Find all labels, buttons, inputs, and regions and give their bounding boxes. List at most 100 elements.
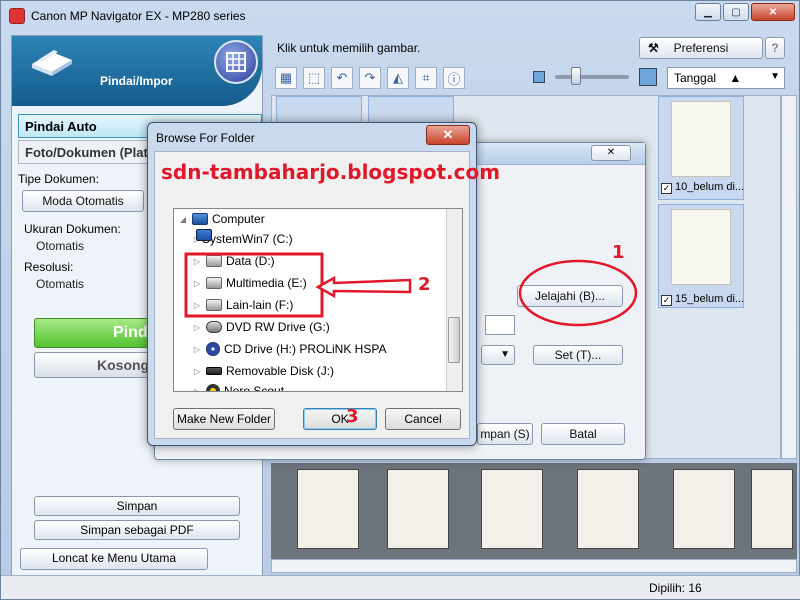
doc-type-select[interactable]: Moda Otomatis (22, 190, 144, 212)
small-picture-icon (533, 71, 545, 83)
scan-import-label: Pindai/Impor (100, 74, 173, 88)
thumbnail-checkbox[interactable]: ✓ (661, 183, 672, 194)
dialog-cancel-button[interactable]: Batal (541, 423, 625, 445)
resolution-label: Resolusi: (24, 260, 74, 274)
nero-icon (206, 384, 220, 391)
browse-button[interactable]: Jelajahi (B)... (517, 285, 623, 307)
tree-item-dvd-rw[interactable]: ▷ DVD RW Drive (G:) (192, 317, 330, 337)
thumbnail-image (671, 209, 731, 285)
tree-item-label: Lain-lain (F:) (226, 298, 294, 312)
save-as-pdf-button[interactable]: Simpan sebagai PDF (34, 520, 240, 540)
collapsed-arrow-icon: ▷ (193, 322, 201, 332)
filmstrip-image[interactable] (481, 469, 543, 549)
mirror-icon[interactable]: ◭ (387, 67, 409, 89)
sort-select[interactable]: Tanggal ▲ ▼ (667, 67, 785, 89)
drive-icon (206, 277, 222, 289)
app-icon (9, 8, 25, 24)
preferences-label: Preferensi (673, 41, 729, 55)
set-button[interactable]: Set (T)... (533, 345, 623, 365)
folder-path-input[interactable] (485, 315, 515, 335)
dropdown-button[interactable]: ▼ (481, 345, 515, 365)
tree-item-lain-lain[interactable]: ▷ Lain-lain (F:) (192, 295, 293, 315)
selected-count: Dipilih: 16 (649, 581, 702, 595)
thumbnail-caption-text: 15_belum di... (675, 293, 745, 305)
annotation-number-3: 3 (346, 406, 359, 427)
rotate-right-icon[interactable]: ↷ (359, 67, 381, 89)
drive-icon (206, 255, 222, 267)
thumbnail-card[interactable]: ✓ 10_belum di... (658, 96, 744, 200)
filmstrip-image[interactable] (577, 469, 639, 549)
filmstrip-image[interactable] (673, 469, 735, 549)
folder-tree: ◢ Computer ▷ SystemWin7 (C:) ▷ Data (D:)… (173, 208, 463, 392)
thumbnail-caption: ✓ 10_belum di... (661, 181, 744, 194)
title-bar: Canon MP Navigator EX - MP280 series ▁ ▢… (1, 1, 800, 31)
browse-dialog-title: Browse For Folder (156, 131, 255, 145)
minimize-button[interactable]: ▁ (695, 3, 721, 21)
help-button[interactable]: ? (765, 37, 785, 59)
filmstrip-image[interactable] (387, 469, 449, 549)
tree-scrollbar-thumb[interactable] (448, 317, 460, 363)
tree-item-data[interactable]: ▷ Data (D:) (192, 251, 275, 271)
collapsed-arrow-icon: ▷ (193, 344, 201, 354)
computer-icon (192, 213, 208, 225)
tree-item-cd-drive[interactable]: ▷ CD Drive (H:) PROLiNK HSPA (192, 339, 386, 359)
grid-menu-icon[interactable] (214, 40, 258, 84)
chevron-down-icon: ▼ (500, 349, 510, 360)
chevron-down-icon: ▼ (770, 71, 780, 82)
select-image-hint: Klik untuk memilih gambar. (277, 41, 421, 55)
zoom-slider-thumb[interactable] (571, 67, 581, 85)
browse-close-button[interactable]: ✕ (426, 125, 470, 145)
sort-ascending-icon: ▲ (729, 71, 742, 85)
view-grid-icon[interactable]: ▦ (275, 67, 297, 89)
annotation-number-2: 2 (418, 274, 431, 295)
window-controls: ▁ ▢ ✕ (695, 3, 795, 21)
thumbnail-scrollbar[interactable] (781, 95, 797, 459)
tree-item-multimedia[interactable]: ▷ Multimedia (E:) (192, 273, 307, 293)
grid-glyph-icon (226, 52, 246, 72)
scanner-icon (32, 50, 72, 76)
make-new-folder-button[interactable]: Make New Folder (173, 408, 275, 430)
annotation-number-1: 1 (612, 242, 625, 263)
ok-button[interactable]: OK (303, 408, 377, 430)
windows-drive-icon (196, 229, 212, 241)
rotate-left-icon[interactable]: ↶ (331, 67, 353, 89)
filmstrip-image[interactable] (751, 469, 793, 549)
preferences-button[interactable]: ⚒ Preferensi (639, 37, 763, 59)
thumbnail-checkbox[interactable]: ✓ (661, 295, 672, 306)
status-bar: Dipilih: 16 (1, 575, 800, 599)
watermark-text: sdn-tambaharjo.blogspot.com (161, 160, 501, 184)
filmstrip-scrollbar[interactable] (271, 559, 797, 573)
doc-type-label: Tipe Dokumen: (18, 172, 99, 186)
zoom-slider-track[interactable] (555, 75, 629, 79)
tree-item-label: Computer (212, 212, 265, 226)
dialog-close-button[interactable]: ✕ (591, 145, 631, 161)
browse-dialog-body: sdn-tambaharjo.blogspot.com ◢ Computer ▷… (154, 151, 500, 439)
save-button[interactable]: Simpan (34, 496, 240, 516)
tree-item-computer[interactable]: ◢ Computer (178, 209, 265, 229)
tree-item-removable-disk[interactable]: ▷ Removable Disk (J:) (192, 361, 334, 381)
cancel-button[interactable]: Cancel (385, 408, 461, 430)
select-all-icon[interactable]: ⬚ (303, 67, 325, 89)
jump-to-main-menu-button[interactable]: Loncat ke Menu Utama (20, 548, 208, 570)
sort-value: Tanggal (674, 71, 717, 85)
image-info-icon[interactable]: ⓘ (443, 67, 465, 89)
collapsed-arrow-icon: ▷ (193, 300, 201, 310)
collapsed-arrow-icon: ▷ (193, 366, 201, 376)
tree-item-label: SystemWin7 (C:) (202, 232, 293, 246)
dialog-save-button[interactable]: mpan (S) (477, 423, 533, 445)
thumbnail-card[interactable]: ✓ 15_belum di... (658, 204, 744, 308)
thumbnail-caption-text: 10_belum di... (675, 181, 745, 193)
tree-item-systemwin7[interactable]: ▷ SystemWin7 (C:) (192, 229, 293, 249)
close-button[interactable]: ✕ (751, 3, 795, 21)
tree-scrollbar[interactable] (446, 209, 462, 391)
doc-size-value: Otomatis (36, 239, 85, 253)
tree-item-nero-scout[interactable]: ▷ Nero Scout (192, 381, 284, 391)
thumbnail-image (671, 101, 731, 177)
removable-disk-icon (206, 367, 222, 375)
dvd-drive-icon (206, 321, 222, 333)
filmstrip-image[interactable] (297, 469, 359, 549)
drive-icon (206, 299, 222, 311)
thumbnail-caption: ✓ 15_belum di... (661, 293, 744, 306)
crop-icon[interactable]: ⌗ (415, 67, 437, 89)
maximize-button[interactable]: ▢ (723, 3, 749, 21)
